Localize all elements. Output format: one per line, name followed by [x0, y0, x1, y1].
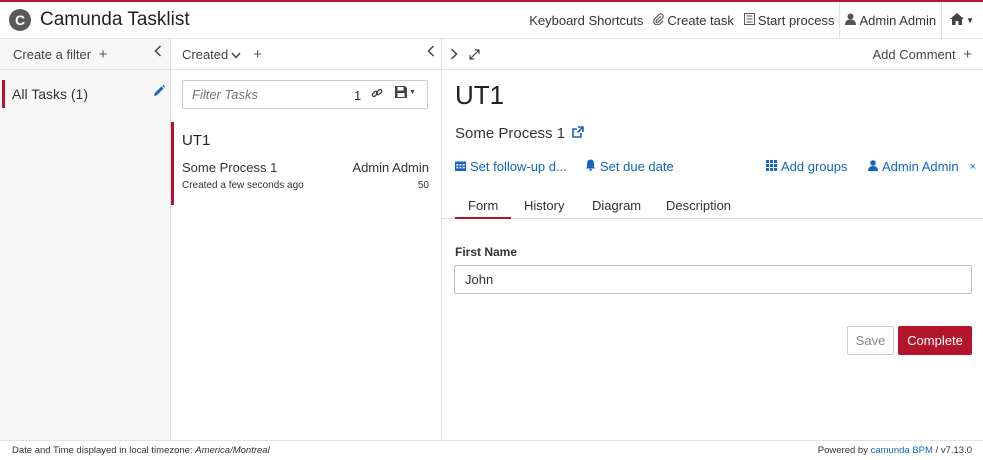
- list-icon: [743, 13, 755, 28]
- tab-description[interactable]: Description: [653, 198, 744, 219]
- task-priority: 50: [417, 180, 429, 191]
- collapse-chevron-left-icon[interactable]: [427, 45, 435, 60]
- filters-column: Create a filter + All Tasks (1): [0, 39, 171, 440]
- tab-history[interactable]: History: [511, 198, 577, 219]
- user-name: Admin Admin: [859, 13, 937, 28]
- task-process: Some Process 1: [182, 160, 278, 175]
- task-assignee: Admin Admin: [352, 160, 429, 175]
- external-link-icon: [572, 126, 585, 141]
- sort-label: Created: [182, 46, 229, 62]
- add-comment-button[interactable]: Add Comment +: [873, 46, 972, 63]
- user-icon: [845, 13, 857, 28]
- link-icon[interactable]: [371, 87, 383, 102]
- tab-form[interactable]: Form: [455, 198, 512, 219]
- filters-header: Create a filter +: [0, 39, 170, 70]
- first-name-label: First Name: [455, 245, 518, 259]
- set-follow-up-date-button[interactable]: Set follow-up d...: [455, 159, 567, 174]
- filter-item-all-tasks[interactable]: All Tasks (1): [2, 80, 168, 108]
- powered-by: Powered by camunda BPM / v7.13.0: [818, 445, 972, 456]
- task-name: UT1: [182, 132, 211, 149]
- timezone-value: America/Montreal: [195, 445, 270, 456]
- follow-up-label: Set follow-up d...: [470, 159, 567, 174]
- add-comment-label: Add Comment: [872, 47, 956, 62]
- keyboard-shortcuts-link[interactable]: Keyboard Shortcuts: [524, 2, 648, 39]
- filter-tasks-input[interactable]: [192, 87, 342, 102]
- task-list-header: Created +: [171, 39, 441, 70]
- sort-dropdown[interactable]: Created: [182, 47, 241, 62]
- process-name: Some Process 1: [455, 125, 566, 142]
- home-icon: [950, 13, 965, 28]
- footer: Date and Time displayed in local timezon…: [0, 440, 983, 460]
- search-count: 1: [354, 88, 362, 103]
- add-groups-button[interactable]: Add groups: [766, 159, 848, 174]
- grid-icon: [766, 159, 777, 174]
- collapse-chevron-left-icon[interactable]: [154, 45, 162, 60]
- paperclip-icon: [653, 13, 665, 28]
- add-groups-label: Add groups: [781, 159, 848, 174]
- caret-down-icon: ▼: [966, 16, 974, 25]
- home-menu[interactable]: ▼: [942, 2, 983, 39]
- calendar-icon: [455, 160, 466, 174]
- first-name-field[interactable]: [454, 265, 972, 294]
- filter-label: All Tasks (1): [12, 86, 88, 102]
- app-header: C Camunda Tasklist Keyboard Shortcuts Cr…: [0, 0, 983, 39]
- keyboard-shortcuts-label: Keyboard Shortcuts: [529, 13, 644, 28]
- camunda-bpm-link[interactable]: camunda BPM: [871, 445, 933, 456]
- tab-diagram[interactable]: Diagram: [579, 198, 654, 219]
- task-title: UT1: [455, 80, 505, 110]
- filter-tasks-search: 1 ▼: [182, 80, 428, 109]
- remove-assignee-icon[interactable]: ×: [970, 161, 976, 173]
- timezone-note: Date and Time displayed in local timezon…: [12, 445, 270, 456]
- powered-prefix: Powered by: [817, 445, 871, 456]
- version: / v7.13.0: [932, 445, 972, 456]
- save-button[interactable]: Save: [847, 326, 894, 355]
- create-task-link[interactable]: Create task: [648, 2, 738, 39]
- user-icon: [868, 159, 878, 174]
- save-icon[interactable]: ▼: [395, 86, 416, 98]
- caret-down-icon: ▼: [409, 88, 416, 96]
- task-list-column: Created + 1 ▼ UT1 Some Process 1 Admin A…: [171, 39, 442, 440]
- start-process-link[interactable]: Start process: [739, 2, 840, 39]
- maximize-icon[interactable]: [469, 48, 480, 60]
- set-due-date-button[interactable]: Set due date: [585, 159, 674, 174]
- create-filter-button[interactable]: Create a filter +: [13, 46, 107, 63]
- assignee-label: Admin Admin: [882, 159, 959, 174]
- create-task-label: Create task: [667, 13, 734, 28]
- due-date-label: Set due date: [600, 159, 674, 174]
- user-menu[interactable]: Admin Admin: [840, 2, 941, 39]
- plus-icon: +: [963, 46, 972, 63]
- task-created: Created a few seconds ago: [182, 180, 304, 191]
- pencil-icon[interactable]: [153, 84, 166, 100]
- plus-icon: +: [98, 45, 108, 63]
- task-detail-header: Add Comment +: [442, 39, 983, 70]
- complete-button[interactable]: Complete: [898, 326, 972, 355]
- chevron-down-icon: [231, 47, 241, 62]
- app-title[interactable]: Camunda Tasklist: [40, 9, 190, 31]
- task-detail-column: Add Comment + UT1 Some Process 1 Set fol…: [442, 39, 983, 440]
- expand-chevron-right-icon[interactable]: [450, 48, 458, 60]
- task-process-link[interactable]: Some Process 1: [455, 125, 585, 142]
- assignee-button[interactable]: Admin Admin ×: [868, 159, 976, 174]
- header-nav: Keyboard Shortcuts Create task Start pro…: [524, 2, 983, 39]
- bell-icon: [585, 159, 596, 174]
- add-sorting-plus-icon[interactable]: +: [253, 46, 262, 63]
- start-process-label: Start process: [757, 13, 835, 28]
- camunda-logo[interactable]: C: [9, 9, 31, 31]
- create-filter-label: Create a filter: [13, 46, 92, 62]
- timezone-prefix: Date and Time displayed in local timezon…: [12, 445, 196, 456]
- task-list-item[interactable]: UT1 Some Process 1 Admin Admin Created a…: [171, 122, 441, 205]
